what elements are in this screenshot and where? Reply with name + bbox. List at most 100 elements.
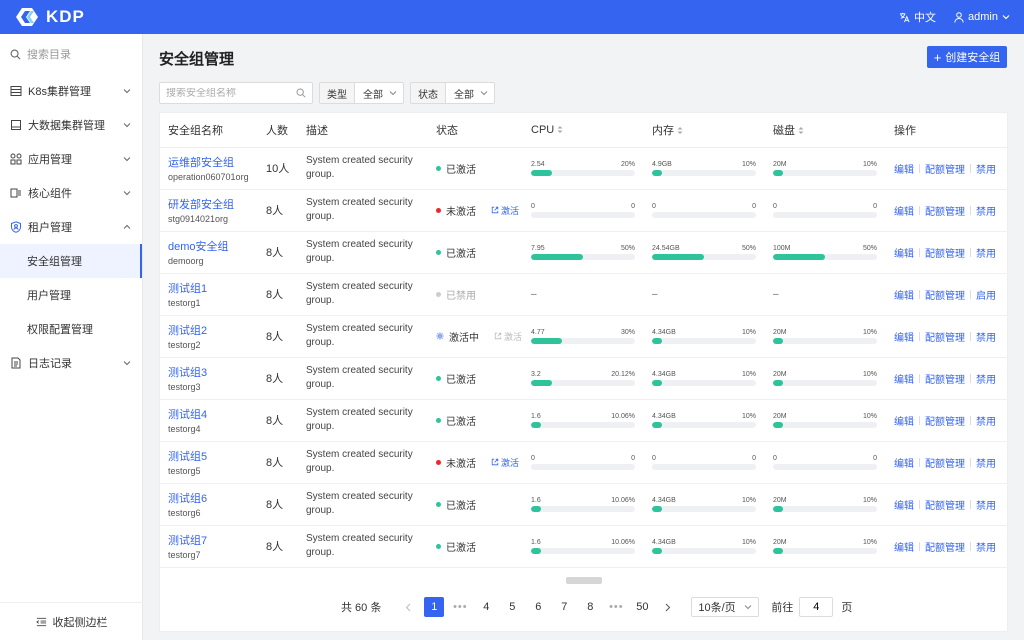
sidebar-item-security-group[interactable]: 安全组管理 (0, 244, 142, 278)
mem-cell: 00 (644, 189, 765, 232)
sidebar-item-apps[interactable]: 应用管理 (0, 142, 142, 176)
status-indicator: 未激活 激活 (436, 455, 523, 470)
sidebar-item-users[interactable]: 用户管理 (0, 278, 142, 312)
security-group-name-link[interactable]: 测试组6 (168, 490, 258, 506)
page-ellipsis[interactable]: ••• (606, 597, 626, 617)
toggle-enable-button[interactable]: 禁用 (976, 245, 996, 260)
quota-management-button[interactable]: 配额管理 (925, 539, 965, 554)
activate-link[interactable]: 激活 (491, 456, 519, 469)
actions-cell: 编辑 配额管理 禁用 (886, 357, 1009, 400)
quota-management-button[interactable]: 配额管理 (925, 245, 965, 260)
status-filter-select[interactable]: 全部 (446, 83, 494, 103)
goto-page-input[interactable] (799, 597, 834, 617)
kdp-logo-icon (16, 8, 38, 26)
language-switch[interactable]: 中文 (899, 9, 936, 25)
toggle-enable-button[interactable]: 禁用 (976, 455, 996, 470)
edit-button[interactable]: 编辑 (894, 329, 914, 344)
next-page-button[interactable] (658, 597, 678, 617)
edit-button[interactable]: 编辑 (894, 539, 914, 554)
page-number-button[interactable]: 5 (502, 597, 522, 617)
security-group-name-link[interactable]: 测试组1 (168, 280, 258, 296)
sidebar-item-tenant[interactable]: 租户管理 (0, 210, 142, 244)
sidebar-item-k8s[interactable]: K8s集群管理 (0, 74, 142, 108)
edit-button[interactable]: 编辑 (894, 203, 914, 218)
edit-button[interactable]: 编辑 (894, 497, 914, 512)
search-icon[interactable] (296, 88, 306, 98)
type-filter[interactable]: 类型 全部 (319, 82, 404, 104)
quota-management-button[interactable]: 配额管理 (925, 497, 965, 512)
sidebar-search[interactable]: 搜索目录 (0, 34, 142, 74)
security-group-name-link[interactable]: 测试组4 (168, 406, 258, 422)
loading-icon (436, 332, 444, 340)
cpu-usage-labels: 4.77 30% (531, 329, 635, 336)
page-number-button[interactable]: 50 (632, 597, 652, 617)
status-filter[interactable]: 状态 全部 (410, 82, 495, 104)
activate-label: 激活 (501, 457, 520, 468)
col-header-desc: 描述 (298, 113, 428, 148)
quota-management-button[interactable]: 配额管理 (925, 161, 965, 176)
security-group-name-link[interactable]: 测试组2 (168, 322, 258, 338)
table-row: 测试组2 testorg2 8人 System created security gr… (160, 315, 1009, 358)
status-indicator: 激活中 激活 (436, 329, 523, 344)
edit-button[interactable]: 编辑 (894, 161, 914, 176)
quota-management-button[interactable]: 配额管理 (925, 371, 965, 386)
security-group-name-link[interactable]: 研发部安全组 (168, 196, 258, 212)
horizontal-scrollbar[interactable] (566, 577, 602, 584)
toggle-enable-button[interactable]: 禁用 (976, 161, 996, 176)
user-menu[interactable]: admin (954, 11, 1010, 23)
sidebar-item-bigdata[interactable]: 大数据集群管理 (0, 108, 142, 142)
page-number-button[interactable]: 6 (528, 597, 548, 617)
page-ellipsis[interactable]: ••• (450, 597, 470, 617)
toggle-enable-button[interactable]: 启用 (976, 287, 996, 302)
toggle-enable-button[interactable]: 禁用 (976, 497, 996, 512)
disk-percent: 10% (862, 412, 877, 420)
sort-icon[interactable] (557, 125, 563, 134)
sidebar-item-permissions[interactable]: 权限配置管理 (0, 312, 142, 346)
create-security-group-button[interactable]: + 创建安全组 (927, 46, 1007, 68)
security-group-name-link[interactable]: 测试组5 (168, 448, 258, 464)
language-label: 中文 (914, 12, 937, 24)
security-group-name-link[interactable]: demo安全组 (168, 238, 258, 254)
col-header-memory[interactable]: 内存 (644, 113, 765, 148)
cpu-percent: 0 (631, 454, 635, 462)
col-header-disk[interactable]: 磁盘 (765, 113, 886, 148)
prev-page-button[interactable] (398, 597, 418, 617)
security-group-name-link[interactable]: 测试组7 (168, 532, 258, 548)
quota-management-button[interactable]: 配额管理 (925, 413, 965, 428)
toggle-enable-button[interactable]: 禁用 (976, 413, 996, 428)
collapse-sidebar-button[interactable]: 收起侧边栏 (0, 602, 143, 640)
sidebar-item-logs[interactable]: 日志记录 (0, 346, 142, 380)
edit-button[interactable]: 编辑 (894, 455, 914, 470)
org-id: stg0914021org (168, 214, 229, 224)
security-group-name-link[interactable]: 运维部安全组 (168, 154, 258, 170)
sidebar-item-core[interactable]: 核心组件 (0, 176, 142, 210)
page-number-button[interactable]: 1 (424, 597, 445, 617)
search-box[interactable] (159, 82, 313, 104)
page-number-button[interactable]: 7 (554, 597, 574, 617)
edit-button[interactable]: 编辑 (894, 371, 914, 386)
quota-management-button[interactable]: 配额管理 (925, 329, 965, 344)
toggle-enable-button[interactable]: 禁用 (976, 371, 996, 386)
activate-link[interactable]: 激活 (491, 204, 519, 217)
edit-button[interactable]: 编辑 (894, 413, 914, 428)
page-number-button[interactable]: 4 (476, 597, 496, 617)
toggle-enable-button[interactable]: 禁用 (976, 203, 996, 218)
sort-icon[interactable] (677, 126, 683, 135)
page-number-button[interactable]: 8 (580, 597, 600, 617)
search-input[interactable] (166, 87, 296, 99)
page-size-select[interactable]: 10条/页 (691, 597, 760, 617)
toggle-enable-button[interactable]: 禁用 (976, 539, 996, 554)
quota-management-button[interactable]: 配额管理 (925, 287, 965, 302)
edit-button[interactable]: 编辑 (894, 245, 914, 260)
type-filter-select[interactable]: 全部 (355, 83, 403, 103)
edit-button[interactable]: 编辑 (894, 287, 914, 302)
sort-icon[interactable] (798, 126, 804, 135)
quota-management-button[interactable]: 配额管理 (925, 455, 965, 470)
logo[interactable]: KDP (14, 6, 85, 28)
toggle-enable-button[interactable]: 禁用 (976, 329, 996, 344)
security-group-name-link[interactable]: 测试组3 (168, 364, 258, 380)
quota-management-button[interactable]: 配额管理 (925, 203, 965, 218)
action-divider (970, 331, 971, 341)
sidebar-item-label: 权限配置管理 (27, 324, 93, 336)
col-header-cpu[interactable]: CPU (523, 113, 644, 148)
